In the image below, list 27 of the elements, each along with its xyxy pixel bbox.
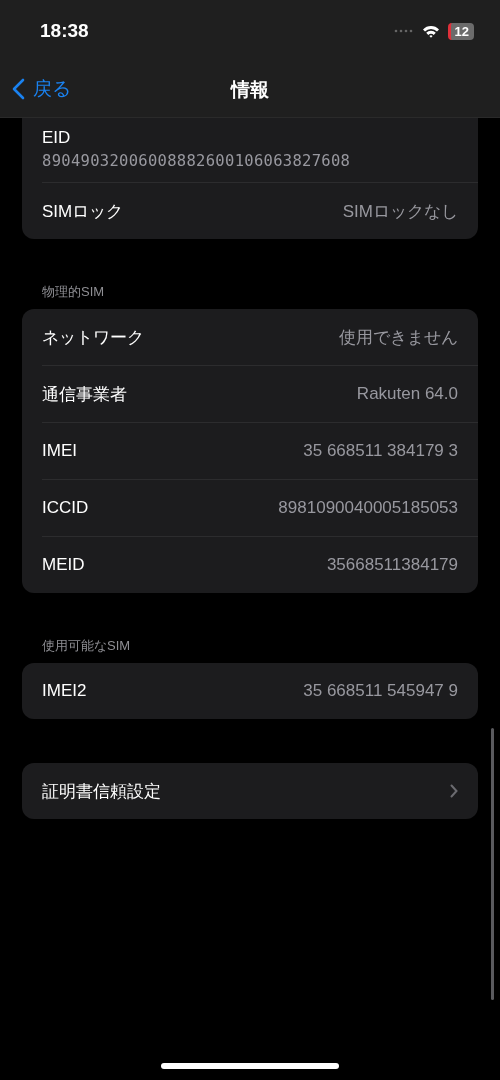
row-value: 8981090040005185053 — [278, 498, 458, 518]
row-label: ICCID — [42, 498, 89, 518]
row-value: Rakuten 64.0 — [356, 384, 458, 404]
row-label: 通信事業者 — [42, 383, 127, 406]
status-time: 18:38 — [40, 20, 89, 42]
chevron-right-icon — [450, 784, 458, 798]
row-label: ネットワーク — [42, 326, 144, 349]
signal-icon — [393, 29, 414, 33]
row-value: 35668511384179 — [326, 555, 458, 575]
row-value: 35 668511 384179 3 — [303, 441, 458, 461]
row-label: SIMロック — [42, 200, 124, 223]
back-button[interactable]: 戻る — [12, 76, 71, 102]
row-value: 89049032006008882600106063827608 — [42, 152, 351, 170]
settings-link[interactable]: 証明書信頼設定 — [42, 763, 478, 819]
screen-title: 情報 — [231, 77, 269, 102]
row-value: 使用できません — [339, 326, 458, 349]
row-label: IMEI — [42, 441, 77, 461]
row-label: EID — [42, 128, 71, 148]
row-value: 35 668511 545947 9 — [303, 681, 458, 701]
section-header: 使用可能なSIM — [41, 637, 132, 655]
row-value: SIMロックなし — [342, 200, 458, 223]
section-header: 物理的SIM — [41, 283, 106, 301]
row-label: IMEI2 — [42, 681, 87, 701]
row-label: MEID — [42, 555, 85, 575]
battery-indicator: 12 — [447, 22, 474, 40]
chevron-left-icon — [12, 78, 25, 100]
wifi-icon — [421, 24, 440, 38]
